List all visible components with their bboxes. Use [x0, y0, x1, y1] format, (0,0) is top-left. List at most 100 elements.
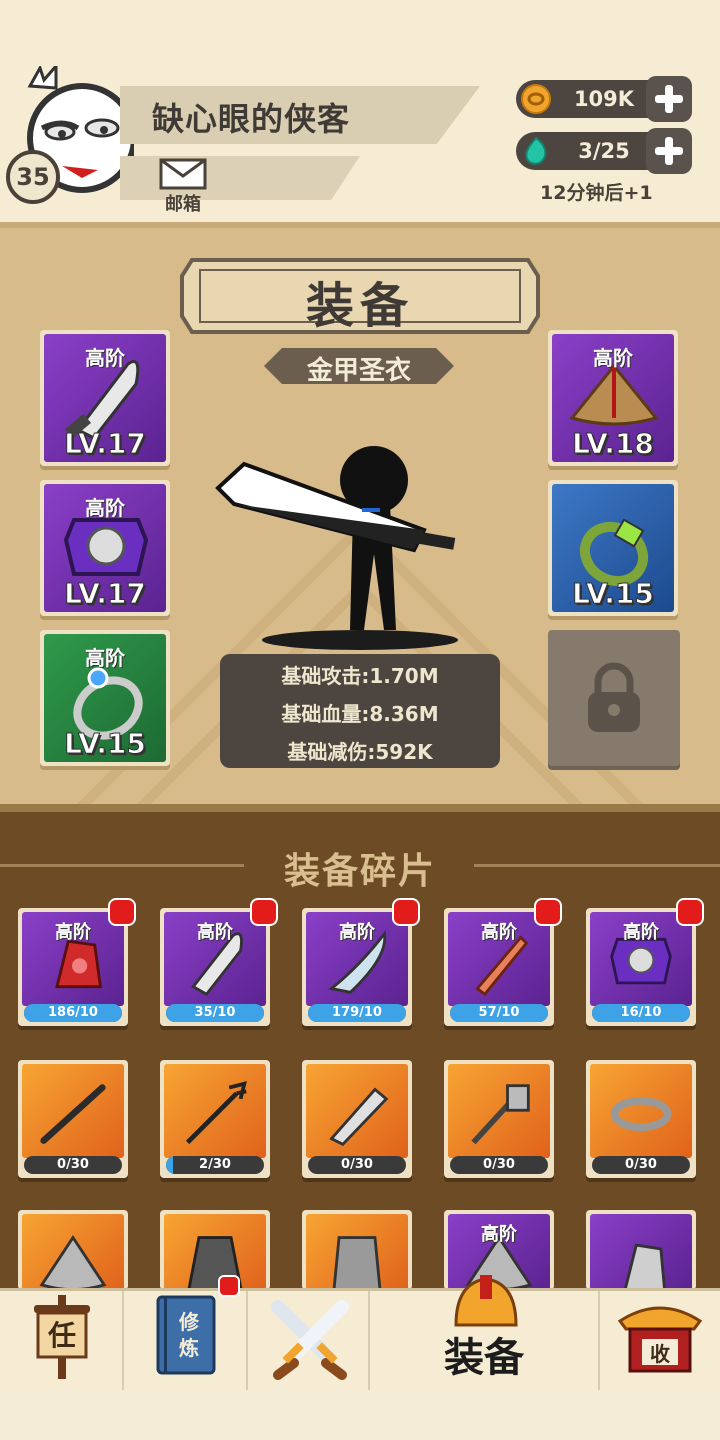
fragment-progress-bar: 35/10	[166, 1004, 264, 1022]
vest-icon	[332, 1236, 382, 1290]
equip-slot-weapon[interactable]: 高阶 LV.17	[40, 330, 170, 466]
nav-collection[interactable]: 收	[600, 1291, 720, 1393]
slot-background: 高阶 LV.15	[44, 634, 166, 762]
fragment-card[interactable]	[586, 1210, 696, 1290]
fragment-background: 高阶	[164, 912, 266, 1006]
slot-background: 高阶 LV.17	[44, 484, 166, 612]
fragment-card[interactable]	[302, 1210, 412, 1290]
slot-tier-label: 高阶	[85, 646, 125, 670]
fragment-progress-bar: 16/10	[592, 1004, 690, 1022]
fragment-progress-bar: 0/30	[592, 1156, 690, 1174]
slot-background: LV.15	[552, 484, 674, 612]
fragment-card[interactable]	[160, 1210, 270, 1290]
add-stamina-button[interactable]	[646, 128, 692, 174]
fragment-background	[306, 1214, 408, 1290]
fragment-progress-text: 16/10	[620, 1005, 662, 1020]
nav-tasks[interactable]: 任	[0, 1291, 124, 1393]
fragment-progress-bar: 57/10	[450, 1004, 548, 1022]
notification-dot	[392, 898, 420, 926]
fragment-card[interactable]: 高阶 57/10	[444, 898, 562, 1026]
notification-dot	[534, 898, 562, 926]
fragment-progress-text: 2/30	[199, 1157, 231, 1172]
bottom-safe-area	[0, 1390, 720, 1440]
equipment-title: 装备	[305, 278, 414, 334]
locked-equip-slot[interactable]	[548, 630, 680, 766]
fragment-card[interactable]: 2/30	[160, 1060, 270, 1178]
book-icon: 修 炼	[156, 1295, 216, 1375]
fragment-card[interactable]: 0/30	[444, 1060, 554, 1178]
slot-background: 高阶 LV.18	[552, 334, 674, 462]
fragment-progress-bar: 186/10	[24, 1004, 122, 1022]
fragment-progress-bar: 179/10	[308, 1004, 406, 1022]
stat-hp: 基础血量:8.36M	[281, 702, 439, 726]
fragment-card[interactable]: 高阶 35/10	[160, 898, 278, 1026]
equip-slot-ring[interactable]: 高阶 LV.15	[40, 630, 170, 766]
fragment-card[interactable]: 0/30	[18, 1060, 128, 1178]
collect-glyph: 收	[650, 1342, 670, 1366]
equipment-tab-label: 装备	[444, 1335, 524, 1381]
nav-equipment-active[interactable]: 装备	[370, 1275, 600, 1393]
notification-dot	[218, 1275, 240, 1297]
player-level-badge: 35	[6, 150, 60, 204]
nav-cultivate[interactable]: 修 炼	[124, 1275, 248, 1393]
cultivate-glyph-2: 炼	[179, 1336, 199, 1360]
fragment-progress-text: 0/30	[341, 1157, 373, 1172]
equip-slot-bracelet[interactable]: LV.15	[548, 480, 678, 616]
set-name: 金甲圣衣	[306, 356, 411, 386]
equipment-title-plaque: 装备	[178, 256, 542, 336]
slot-tier-label: 高阶	[85, 496, 125, 520]
base-stats-panel: 基础攻击:1.70M 基础血量:8.36M 基础减伤:592K	[220, 654, 500, 768]
slot-level: LV.15	[64, 727, 147, 761]
fragment-card[interactable]: 0/30	[586, 1060, 696, 1178]
fragments-panel: 装备碎片 高阶 186/10 高阶 35/10 高阶 179/10 高阶 57/10 高阶 16/…	[0, 804, 720, 1290]
fragment-progress-text: 0/30	[57, 1157, 89, 1172]
stat-attack: 基础攻击:1.70M	[281, 664, 439, 688]
stamina-resource-bar: 3/25	[516, 128, 692, 174]
mailbox-button[interactable]: 邮箱	[156, 158, 210, 215]
notification-dot	[108, 898, 136, 926]
mail-icon	[159, 158, 207, 190]
fragment-background	[22, 1214, 124, 1290]
fragment-card[interactable]: 高阶 179/10	[302, 898, 420, 1026]
set-name-plate: 金甲圣衣	[264, 346, 454, 386]
gauntlet-icon	[623, 1243, 667, 1290]
character-figure	[215, 446, 458, 650]
fragment-card[interactable]	[18, 1210, 128, 1290]
padlock-icon	[588, 662, 640, 732]
fragment-background	[164, 1064, 266, 1158]
scroll-sign-icon: 任	[34, 1295, 90, 1379]
slot-tier-label: 高阶	[593, 346, 633, 370]
add-coins-button[interactable]	[646, 76, 692, 122]
cleaver-icon	[329, 1087, 389, 1147]
bottom-navigation: 任 修 炼 装备 收	[0, 1275, 720, 1393]
fragment-background	[306, 1064, 408, 1158]
fragment-background	[590, 1214, 692, 1290]
staff-icon	[40, 1084, 106, 1144]
equip-slot-armor[interactable]: 高阶 LV.17	[40, 480, 170, 616]
fragment-card[interactable]: 高阶 16/10	[586, 898, 704, 1026]
plus-icon	[655, 85, 683, 113]
slot-level: LV.17	[64, 577, 147, 611]
fragment-background	[22, 1064, 124, 1158]
fragment-tier-label: 高阶	[481, 1224, 517, 1245]
bangle-icon	[610, 1097, 672, 1132]
player-name: 缺心眼的侠客	[152, 100, 351, 138]
notification-dot	[250, 898, 278, 926]
coin-resource-bar: 109K	[516, 76, 692, 122]
fragment-background	[164, 1214, 266, 1290]
fragment-progress-bar: 0/30	[450, 1156, 548, 1174]
fragment-card[interactable]: 0/30	[302, 1060, 412, 1178]
fragment-progress-text: 35/10	[194, 1005, 236, 1020]
cultivate-glyph-1: 修	[178, 1310, 200, 1334]
fragment-progress-bar: 0/30	[308, 1156, 406, 1174]
slot-tier-label: 高阶	[85, 346, 125, 370]
fragment-progress-text: 186/10	[48, 1005, 98, 1020]
fragment-background: 高阶	[306, 912, 408, 1006]
nav-battle[interactable]	[248, 1291, 370, 1393]
fragment-progress-bar: 0/30	[24, 1156, 122, 1174]
fragment-card[interactable]: 高阶 186/10	[18, 898, 136, 1026]
fragment-background: 高阶	[590, 912, 692, 1006]
fragment-progress-text: 57/10	[478, 1005, 520, 1020]
equip-slot-hat[interactable]: 高阶 LV.18	[548, 330, 678, 466]
coin-amount: 109K	[573, 87, 635, 111]
